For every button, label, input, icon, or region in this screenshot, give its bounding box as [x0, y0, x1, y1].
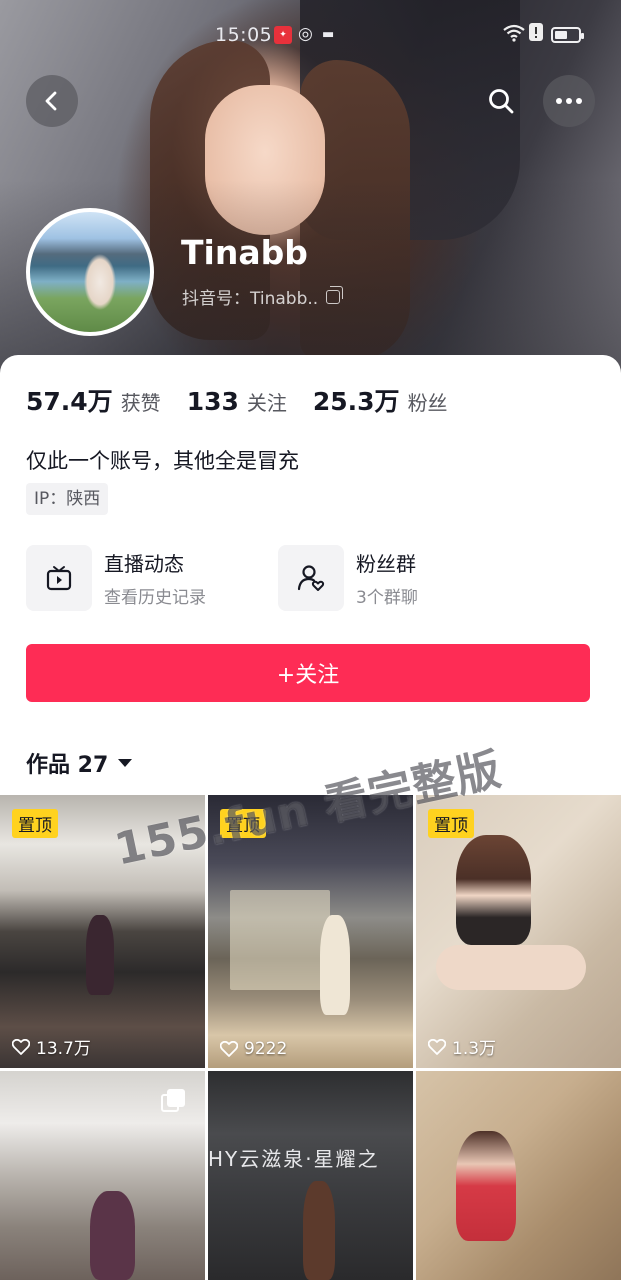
- profile-name: Tinabb: [181, 233, 308, 272]
- status-bar: 15:05 ✦ ◎ ▬: [0, 22, 621, 50]
- live-activity-subtitle: 查看历史记录: [104, 588, 206, 608]
- heart-icon: [220, 1041, 238, 1057]
- video-subject-legs: [436, 945, 586, 990]
- search-button[interactable]: [475, 75, 527, 127]
- live-activity-entry[interactable]: 直播动态 查看历史记录: [26, 545, 206, 611]
- live-activity-title: 直播动态: [104, 552, 184, 576]
- chevron-left-icon: [45, 91, 57, 111]
- profile-bio: 仅此一个账号，其他全是冒充: [26, 449, 299, 473]
- search-icon: [489, 89, 514, 114]
- video-storefront: [230, 890, 330, 990]
- back-button[interactable]: [26, 75, 78, 127]
- alert-icon: [529, 22, 543, 47]
- video-subject: [456, 835, 531, 945]
- douyin-id[interactable]: 抖音号：Tinabb..: [182, 284, 344, 309]
- group-user-icon: [278, 545, 344, 611]
- video-likes: 13.7万: [12, 1034, 91, 1059]
- video-tile[interactable]: [0, 1071, 205, 1280]
- douyin-id-text: 抖音号：Tinabb..: [182, 289, 319, 309]
- video-tile[interactable]: [416, 1071, 621, 1280]
- followers-count[interactable]: 25.3万: [313, 382, 400, 418]
- follow-button[interactable]: +关注: [26, 644, 590, 702]
- poster-text: HY云滋泉·星耀之: [208, 1147, 380, 1171]
- pinned-badge: 置顶: [428, 809, 474, 838]
- tab-works[interactable]: 作品 27: [26, 747, 133, 779]
- fan-group-title: 粉丝群: [356, 552, 416, 576]
- ip-location-tag: IP：陕西: [26, 483, 109, 515]
- fan-group-subtitle: 3个群聊: [356, 588, 418, 608]
- video-likes-count: 1.3万: [452, 1039, 497, 1059]
- tv-icon: [26, 545, 92, 611]
- wifi-icon: [503, 24, 525, 47]
- video-likes-count: 9222: [244, 1039, 288, 1059]
- video-likes: 9222: [220, 1039, 287, 1059]
- followers-label[interactable]: 粉丝: [408, 387, 448, 416]
- avatar[interactable]: [26, 208, 154, 336]
- likes-label[interactable]: 获赞: [121, 387, 161, 416]
- video-subject: [86, 915, 114, 995]
- tab-works-label: 作品 27: [26, 753, 109, 778]
- following-label[interactable]: 关注: [247, 387, 287, 416]
- pinned-badge: 置顶: [12, 809, 58, 838]
- battery-icon: [551, 27, 584, 43]
- heart-icon: [12, 1038, 30, 1055]
- hotspot-icon: ◎: [298, 24, 313, 44]
- video-likes: 1.3万: [428, 1034, 496, 1059]
- status-time: 15:05: [215, 24, 273, 46]
- video-subject: [320, 915, 350, 1015]
- notification-badge-icon: ✦: [274, 26, 292, 44]
- video-tile[interactable]: HY云滋泉·星耀之: [208, 1071, 413, 1280]
- heart-icon: [428, 1038, 446, 1055]
- copy-icon[interactable]: [326, 285, 344, 304]
- video-subject: [303, 1181, 335, 1280]
- app-notification-icon: ▬: [322, 27, 335, 42]
- caret-down-icon: [118, 759, 133, 767]
- more-button[interactable]: [543, 75, 595, 127]
- video-subject: [90, 1191, 135, 1280]
- video-tile[interactable]: 置顶 1.3万: [416, 795, 621, 1068]
- more-dots-icon: [556, 98, 582, 104]
- profile-stats: 57.4万 获赞 133 关注 25.3万 粉丝: [26, 382, 474, 418]
- multi-image-icon: [161, 1089, 185, 1113]
- fan-group-entry[interactable]: 粉丝群 3个群聊: [278, 545, 418, 611]
- likes-count: 57.4万: [26, 387, 113, 416]
- following-count[interactable]: 133: [187, 387, 239, 416]
- video-likes-count: 13.7万: [36, 1039, 91, 1059]
- video-subject: [456, 1131, 516, 1241]
